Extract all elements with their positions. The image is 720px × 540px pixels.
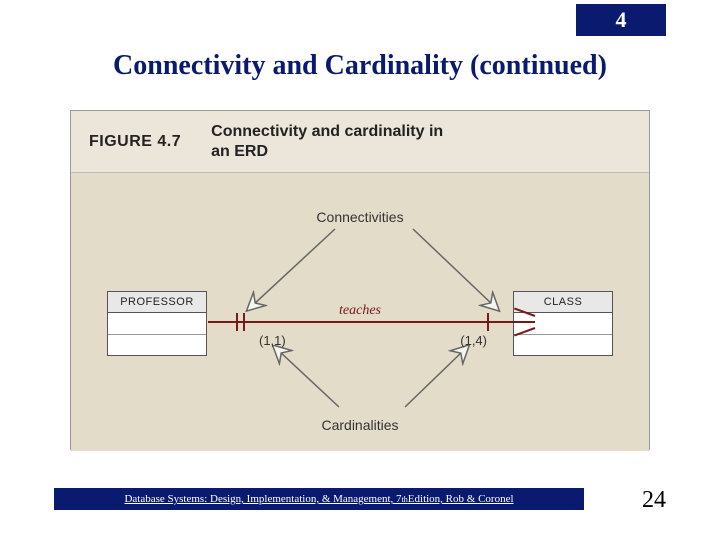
entity-professor: PROFESSOR: [107, 291, 207, 356]
chapter-badge: 4: [576, 4, 666, 36]
footer-text-suffix: Edition, Rob & Coronel: [408, 493, 514, 505]
arrow-cardinality-left: [269, 345, 349, 415]
relationship-line: [208, 321, 514, 323]
relationship-label: teaches: [339, 303, 381, 319]
figure-header: FIGURE 4.7 Connectivity and cardinality …: [71, 111, 649, 173]
page-number: 24: [642, 487, 666, 514]
entity-class: CLASS: [513, 291, 613, 356]
figure-caption-line-1: Connectivity and cardinality in: [211, 123, 443, 140]
arrow-connectivity-right: [405, 227, 505, 317]
arrow-connectivity-left: [243, 227, 343, 317]
figure-caption-line-2: an ERD: [211, 143, 268, 160]
figure-4-7: FIGURE 4.7 Connectivity and cardinality …: [70, 110, 650, 450]
label-connectivities: Connectivities: [316, 209, 403, 225]
entity-class-header: CLASS: [514, 292, 612, 313]
figure-body: Connectivities PROFESSOR CLASS: [71, 173, 649, 451]
arrow-cardinality-right: [395, 345, 475, 415]
entity-professor-header: PROFESSOR: [108, 292, 206, 313]
entity-class-rows: [514, 313, 612, 355]
entity-professor-rows: [108, 313, 206, 355]
cardinality-left: (1,1): [259, 333, 286, 348]
figure-caption: Connectivity and cardinality in an ERD: [211, 122, 443, 162]
one-notation-left-2: [243, 313, 245, 331]
footer-text-prefix: Database Systems: Design, Implementation…: [124, 493, 401, 505]
one-notation-left-1: [236, 313, 238, 331]
cardinality-right: (1,4): [460, 333, 487, 348]
one-notation-right: [487, 313, 489, 331]
figure-number: FIGURE 4.7: [89, 133, 181, 151]
slide-title: Connectivity and Cardinality (continued): [0, 50, 720, 82]
label-cardinalities: Cardinalities: [321, 417, 398, 433]
footer-citation: Database Systems: Design, Implementation…: [54, 488, 584, 510]
